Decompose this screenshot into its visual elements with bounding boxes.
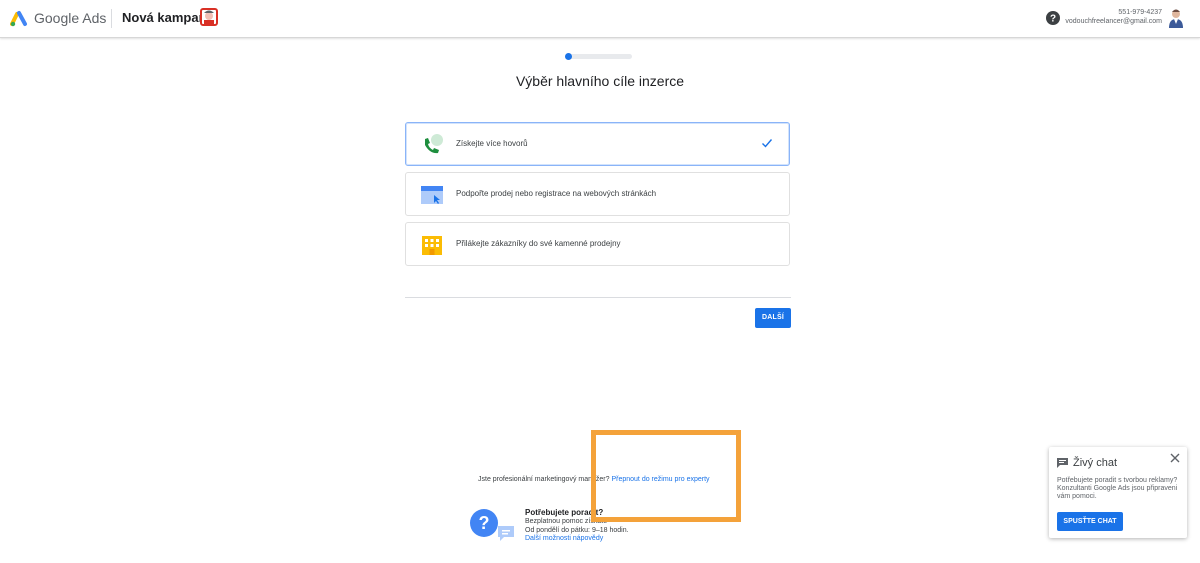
help-icon[interactable]: ? bbox=[1046, 11, 1060, 25]
page-title: Výběr hlavního cíle inzerce bbox=[515, 73, 685, 89]
svg-text:?: ? bbox=[479, 513, 490, 533]
goal-option-store[interactable]: Přilákejte zákazníky do své kamenné prod… bbox=[405, 222, 790, 266]
goal-option-website[interactable]: Podpořte prodej nebo registrace na webov… bbox=[405, 172, 790, 216]
phone-icon bbox=[425, 134, 443, 154]
divider bbox=[405, 297, 791, 298]
highlight-box bbox=[591, 430, 741, 522]
account-info[interactable]: 551-979-4237 vodouchfreelancer@gmail.com bbox=[1065, 8, 1162, 26]
next-button[interactable]: DALŠÍ bbox=[755, 308, 791, 328]
expert-mode-question: Jste profesionální marketingový manažer? bbox=[478, 476, 610, 483]
account-email: vodouchfreelancer@gmail.com bbox=[1065, 18, 1162, 25]
chat-bubble-icon bbox=[498, 526, 514, 541]
avatar-icon[interactable] bbox=[1167, 8, 1185, 28]
campaign-badge-icon bbox=[200, 8, 218, 26]
help-line-hours: Od pondělí do pátku: 9–18 hodin. bbox=[525, 527, 629, 534]
check-icon bbox=[762, 139, 773, 148]
live-chat-card: Živý chat Potřebujete poradit s tvorbou … bbox=[1049, 447, 1187, 538]
website-icon bbox=[421, 186, 443, 204]
goal-option-calls[interactable]: Získejte více hovorů bbox=[405, 122, 790, 166]
chat-title: Živý chat bbox=[1073, 457, 1118, 469]
top-bar: Google Ads Nová kampaň ? 551-979-4237 vo… bbox=[0, 0, 1200, 38]
more-help-link[interactable]: Další možnosti nápovědy bbox=[525, 535, 603, 542]
chat-description: Potřebujete poradit s tvorbou reklamy? K… bbox=[1057, 477, 1178, 500]
start-chat-button[interactable]: SPUSŤTE CHAT bbox=[1057, 512, 1123, 531]
campaign-title: Nová kampaň bbox=[122, 10, 207, 25]
goal-option-label: Přilákejte zákazníky do své kamenné prod… bbox=[456, 239, 621, 248]
chat-icon bbox=[1057, 458, 1068, 468]
google-ads-logo-icon[interactable] bbox=[10, 9, 28, 27]
help-question-icon: ? bbox=[470, 509, 498, 537]
svg-text:?: ? bbox=[1050, 14, 1056, 25]
header-divider bbox=[111, 9, 112, 28]
goal-option-label: Získejte více hovorů bbox=[456, 139, 528, 148]
brand-name: Google Ads bbox=[34, 10, 107, 26]
goal-option-label: Podpořte prodej nebo registrace na webov… bbox=[456, 189, 657, 198]
account-phone: 551-979-4237 bbox=[1118, 9, 1162, 16]
close-icon[interactable] bbox=[1170, 453, 1180, 463]
store-icon bbox=[422, 236, 442, 255]
progress-indicator bbox=[565, 53, 572, 60]
wizard-progress-bar bbox=[565, 53, 632, 60]
